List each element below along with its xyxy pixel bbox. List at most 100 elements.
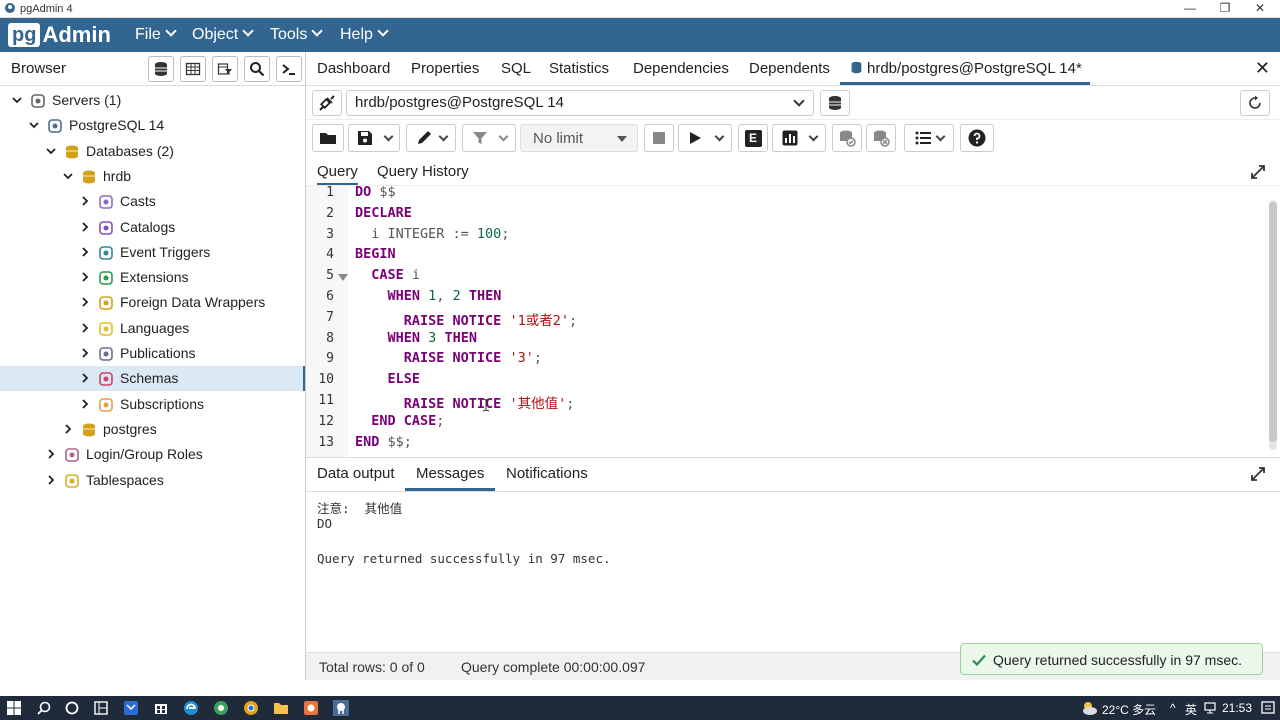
network-icon[interactable] bbox=[1204, 701, 1218, 715]
chevron-down-icon[interactable] bbox=[28, 119, 40, 131]
tab-statistics[interactable]: Statistics bbox=[549, 60, 609, 77]
maximize-panel-icon[interactable] bbox=[1250, 164, 1266, 180]
menu-object[interactable]: Object bbox=[192, 25, 254, 44]
menu-help[interactable]: Help bbox=[340, 25, 389, 44]
ime-language[interactable]: 英 bbox=[1185, 701, 1197, 718]
edit-button[interactable] bbox=[406, 124, 456, 152]
tree-item-login-group-roles[interactable]: Login/Group Roles bbox=[0, 442, 305, 467]
tab-query-tool[interactable]: hrdb/postgres@PostgreSQL 14* bbox=[840, 52, 1090, 85]
chevron-right-icon[interactable] bbox=[79, 221, 91, 233]
store-app-icon[interactable] bbox=[153, 700, 169, 716]
widgets-icon[interactable] bbox=[93, 700, 109, 716]
chevron-right-icon[interactable] bbox=[45, 474, 57, 486]
tree-item-postgres[interactable]: postgres bbox=[0, 417, 305, 442]
tree-item-tablespaces[interactable]: Tablespaces bbox=[0, 468, 305, 493]
tree-item-servers-1[interactable]: Servers (1) bbox=[0, 88, 305, 113]
execute-button[interactable] bbox=[678, 124, 732, 152]
tab-sql[interactable]: SQL bbox=[501, 60, 531, 77]
file-explorer-icon[interactable] bbox=[273, 700, 289, 716]
tab-dashboard[interactable]: Dashboard bbox=[317, 60, 390, 77]
menu-tools[interactable]: Tools bbox=[270, 25, 324, 44]
menu-file[interactable]: File bbox=[135, 25, 177, 44]
new-connection-button[interactable] bbox=[820, 90, 850, 116]
notification-icon[interactable] bbox=[1260, 700, 1276, 716]
help-button[interactable] bbox=[960, 124, 994, 152]
macros-button[interactable] bbox=[904, 124, 954, 152]
tree-item-publications[interactable]: Publications bbox=[0, 341, 305, 366]
commit-button[interactable] bbox=[832, 124, 862, 152]
task-view-icon[interactable] bbox=[64, 700, 80, 716]
connection-status-button[interactable] bbox=[312, 90, 342, 116]
fold-arrow-icon[interactable] bbox=[338, 274, 348, 282]
chevron-right-icon[interactable] bbox=[79, 347, 91, 359]
tab-properties[interactable]: Properties bbox=[411, 60, 479, 77]
windows-start-icon[interactable] bbox=[6, 700, 22, 716]
tree-item-hrdb[interactable]: hrdb bbox=[0, 164, 305, 189]
tree-item-event-triggers[interactable]: Event Triggers bbox=[0, 240, 305, 265]
tree-item-casts[interactable]: Casts bbox=[0, 189, 305, 214]
tree-item-databases-2[interactable]: Databases (2) bbox=[0, 139, 305, 164]
tree-item-catalogs[interactable]: Catalogs bbox=[0, 215, 305, 240]
mail-app-icon[interactable] bbox=[123, 700, 139, 716]
connection-select[interactable]: hrdb/postgres@PostgreSQL 14 bbox=[346, 90, 814, 116]
minimize-button[interactable]: — bbox=[1175, 1, 1205, 15]
filtered-rows-button[interactable] bbox=[212, 56, 238, 82]
sql-editor[interactable]: 1 2 3 4 5 6 7 8 9 10 11 12 13 DO $$ DECLARE i INTEGER… bbox=[306, 186, 1280, 458]
view-data-button[interactable] bbox=[180, 56, 206, 82]
chevron-right-icon[interactable] bbox=[45, 448, 57, 460]
tree-item-postgresql-14[interactable]: PostgreSQL 14 bbox=[0, 113, 305, 138]
tree-item-foreign-data-wrappers[interactable]: Foreign Data Wrappers bbox=[0, 290, 305, 315]
chevron-down-icon[interactable] bbox=[62, 170, 74, 182]
explain-button[interactable]: E bbox=[738, 124, 768, 152]
chevron-right-icon[interactable] bbox=[79, 246, 91, 258]
edge-browser-icon[interactable] bbox=[183, 700, 199, 716]
chevron-right-icon[interactable] bbox=[79, 372, 91, 384]
row-limit-select[interactable]: No limit bbox=[520, 124, 638, 152]
app-icon[interactable] bbox=[213, 700, 229, 716]
save-file-button[interactable] bbox=[348, 124, 400, 152]
close-tab-button[interactable]: ✕ bbox=[1255, 58, 1270, 79]
maximize-panel-icon[interactable] bbox=[1250, 466, 1266, 482]
chevron-down-icon[interactable] bbox=[11, 94, 23, 106]
chevron-right-icon[interactable] bbox=[79, 271, 91, 283]
tab-dependents[interactable]: Dependents bbox=[749, 60, 830, 77]
app-icon-orange[interactable] bbox=[303, 700, 319, 716]
message-do: DO bbox=[317, 516, 333, 531]
tray-expand-icon[interactable]: ^ bbox=[1170, 701, 1176, 715]
tab-dependencies[interactable]: Dependencies bbox=[633, 60, 729, 77]
psql-tool-button[interactable] bbox=[276, 56, 302, 82]
tree-item-schemas[interactable]: Schemas bbox=[0, 366, 305, 392]
chevron-right-icon[interactable] bbox=[79, 296, 91, 308]
chevron-down-icon[interactable] bbox=[45, 145, 57, 157]
chevron-right-icon[interactable] bbox=[79, 195, 91, 207]
filter-button[interactable] bbox=[462, 124, 516, 152]
elephant-icon bbox=[48, 119, 62, 134]
tab-data-output[interactable]: Data output bbox=[317, 465, 395, 482]
tab-query-history[interactable]: Query History bbox=[377, 163, 469, 180]
chevron-right-icon[interactable] bbox=[62, 423, 74, 435]
open-file-button[interactable] bbox=[312, 124, 344, 152]
maximize-button[interactable]: ❐ bbox=[1210, 1, 1240, 15]
explain-analyze-button[interactable] bbox=[772, 124, 826, 152]
chevron-right-icon[interactable] bbox=[79, 398, 91, 410]
close-window-button[interactable]: ✕ bbox=[1245, 1, 1275, 15]
refresh-button[interactable] bbox=[1240, 90, 1270, 116]
object-explorer-button[interactable] bbox=[148, 56, 174, 82]
search-icon[interactable] bbox=[36, 700, 52, 716]
chrome-browser-icon[interactable] bbox=[243, 700, 259, 716]
tab-messages[interactable]: Messages bbox=[405, 465, 496, 491]
tab-notifications[interactable]: Notifications bbox=[506, 465, 588, 482]
vertical-scrollbar-thumb[interactable] bbox=[1269, 202, 1277, 442]
rollback-button[interactable] bbox=[866, 124, 896, 152]
cancel-query-button[interactable] bbox=[644, 124, 674, 152]
tree-item-languages[interactable]: Languages bbox=[0, 316, 305, 341]
tree-item-subscriptions[interactable]: Subscriptions bbox=[0, 392, 305, 417]
tree-item-extensions[interactable]: Extensions bbox=[0, 265, 305, 290]
pgadmin-taskbar-icon[interactable] bbox=[333, 700, 349, 716]
search-objects-button[interactable] bbox=[244, 56, 270, 82]
chevron-right-icon[interactable] bbox=[79, 322, 91, 334]
tab-query[interactable]: Query bbox=[317, 163, 358, 185]
servers-icon bbox=[31, 94, 45, 108]
clock-time[interactable]: 21:53 bbox=[1222, 701, 1252, 715]
weather-text[interactable]: 22°C 多云 bbox=[1102, 701, 1156, 718]
